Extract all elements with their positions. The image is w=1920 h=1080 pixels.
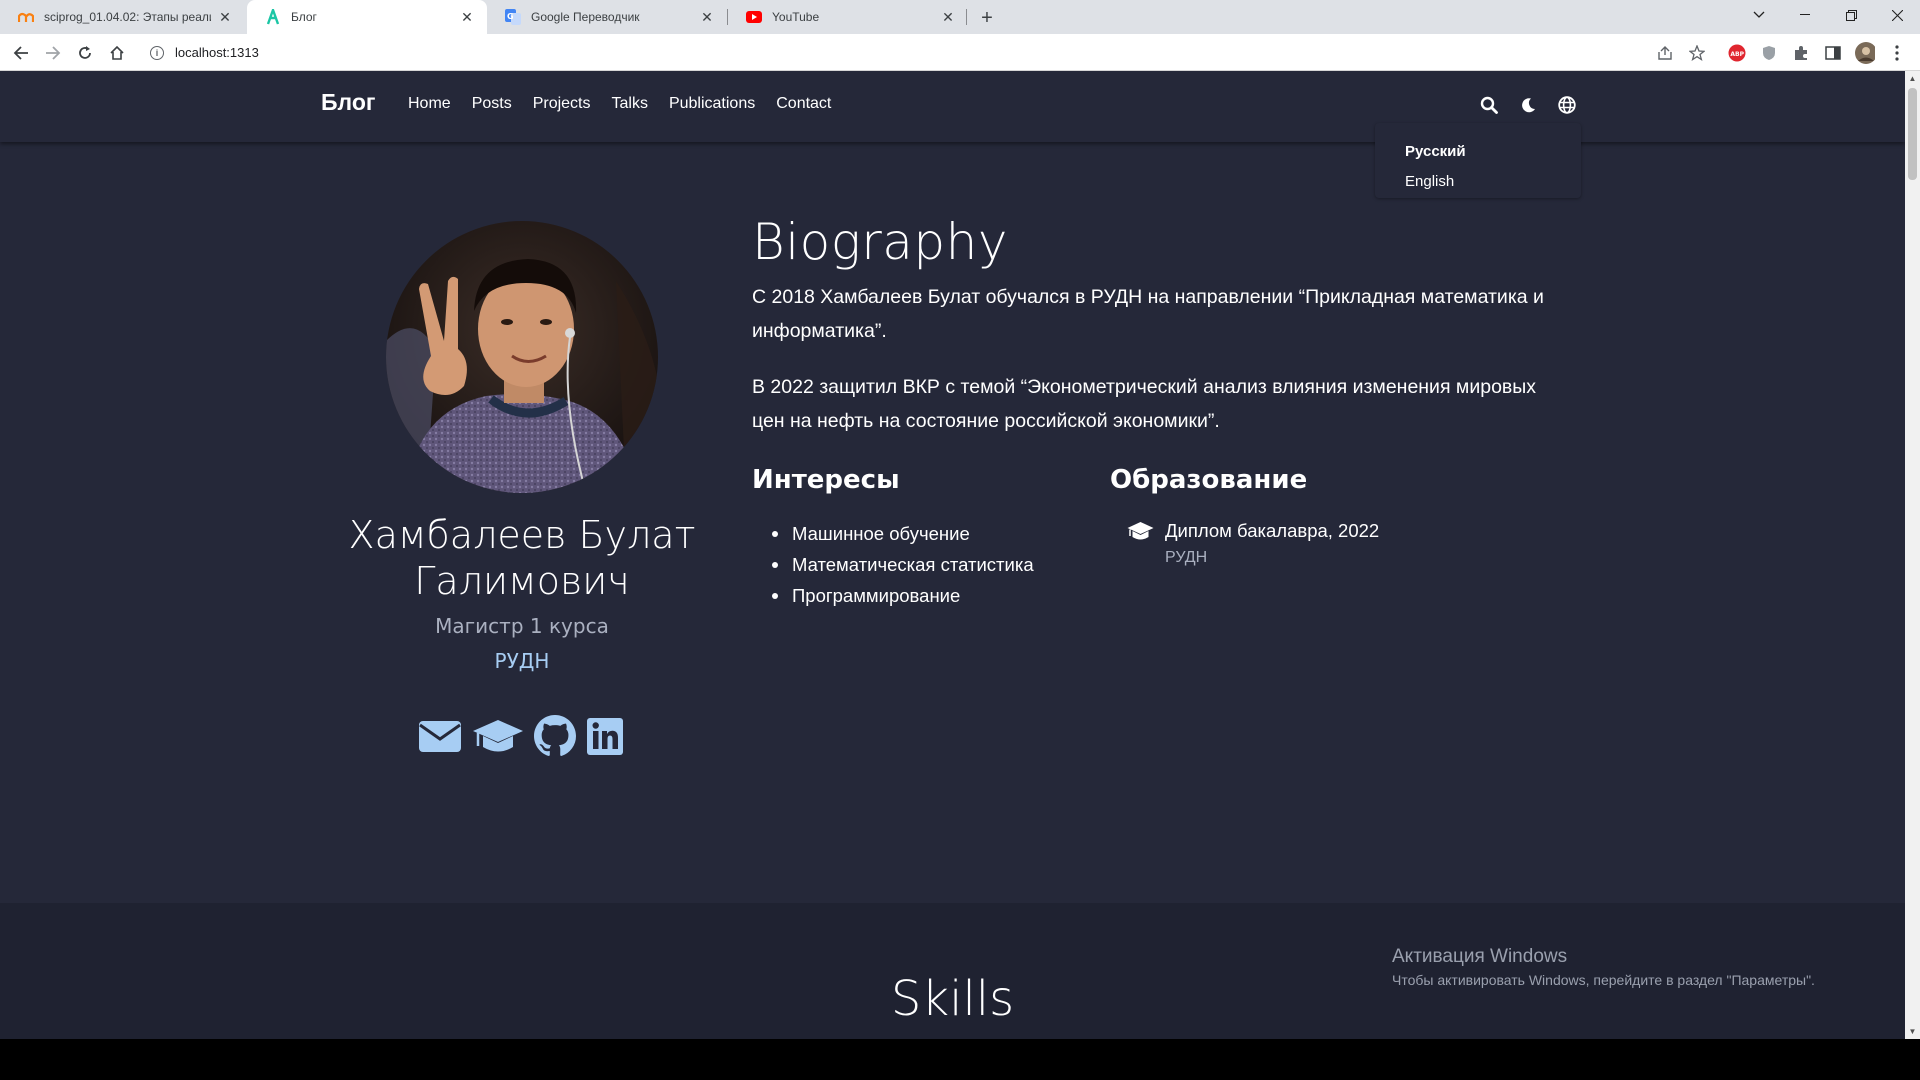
browser-tab[interactable]: sciprog_01.04.02: Этапы реализа ✕ <box>0 0 245 34</box>
tab-title: YouTube <box>772 10 820 24</box>
menu-talks[interactable]: Talks <box>612 95 648 113</box>
browser-tab[interactable]: G Google Переводчик ✕ <box>487 0 727 34</box>
language-option-russian[interactable]: Русский <box>1405 143 1466 160</box>
browser-tab-bar: sciprog_01.04.02: Этапы реализа ✕ Блог ✕… <box>0 0 1920 34</box>
education-degree: Диплом бакалавра, 2022 <box>1165 520 1380 541</box>
menu-posts[interactable]: Posts <box>472 95 512 113</box>
education-institution: РУДН <box>1165 549 1208 566</box>
close-tab-icon[interactable]: ✕ <box>459 9 475 25</box>
tab-title: sciprog_01.04.02: Этапы реализа <box>44 10 211 24</box>
education-heading: Образование <box>1110 465 1308 495</box>
interests-heading: Интересы <box>752 465 900 495</box>
scrollbar-thumb[interactable] <box>1908 88 1917 180</box>
language-dropdown: Русский English <box>1375 123 1581 198</box>
svg-text:ABP: ABP <box>1730 51 1744 58</box>
back-button[interactable] <box>8 40 34 66</box>
address-bar[interactable]: i localhost:1313 <box>142 39 1702 67</box>
close-window-button[interactable] <box>1874 0 1920 30</box>
scroll-up-arrow-icon[interactable]: ▲ <box>1905 71 1920 86</box>
envelope-icon[interactable] <box>418 718 462 754</box>
graduation-cap-icon <box>1127 521 1154 547</box>
linkedin-icon[interactable] <box>586 716 624 756</box>
browser-tab[interactable]: YouTube ✕ <box>728 0 968 34</box>
menu-publications[interactable]: Publications <box>669 95 755 113</box>
menu-contact[interactable]: Contact <box>776 95 831 113</box>
biography-heading: Biography <box>752 213 1008 271</box>
menu-home[interactable]: Home <box>408 95 451 113</box>
forward-button[interactable] <box>40 40 66 66</box>
profile-name-line2: Галимович <box>414 559 630 603</box>
site-menu: Home Posts Projects Talks Publications C… <box>408 95 831 113</box>
youtube-icon <box>746 9 762 25</box>
language-option-english[interactable]: English <box>1405 173 1454 190</box>
browser-toolbar: i localhost:1313 ABP <box>0 34 1920 71</box>
profile-avatar[interactable] <box>1855 42 1875 64</box>
restore-button[interactable] <box>1828 0 1874 30</box>
site-brand-link[interactable]: Блог <box>321 89 375 116</box>
dark-mode-moon-icon[interactable] <box>1516 93 1540 117</box>
browser-menu-icon[interactable] <box>1887 43 1907 63</box>
graduation-cap-icon[interactable] <box>472 716 524 756</box>
profile-name: Хамбалеев Булат Галимович <box>300 512 744 604</box>
biography-paragraph: С 2018 Хамбалеев Булат обучался в РУДН н… <box>752 286 1544 342</box>
hugo-icon <box>265 9 281 25</box>
list-item: Машинное обучение <box>772 518 1034 549</box>
browser-tab-active[interactable]: Блог ✕ <box>247 0 487 34</box>
watermark-subtitle: Чтобы активировать Windows, перейдите в … <box>1392 972 1815 988</box>
bottom-black-strip <box>0 1039 1920 1080</box>
minimize-button[interactable] <box>1782 0 1828 30</box>
search-icon[interactable] <box>1477 93 1501 117</box>
share-icon[interactable] <box>1655 43 1675 63</box>
close-tab-icon[interactable]: ✕ <box>940 9 956 25</box>
side-panel-icon[interactable] <box>1823 43 1843 63</box>
tab-title: Google Переводчик <box>531 10 640 24</box>
home-button[interactable] <box>104 40 130 66</box>
address-url: localhost:1313 <box>175 45 259 60</box>
list-item: Программирование <box>772 580 1034 611</box>
bookmark-star-icon[interactable] <box>1687 43 1707 63</box>
interests-list: Машинное обучение Математическая статист… <box>772 518 1034 611</box>
shield-icon[interactable] <box>1759 43 1779 63</box>
close-tab-icon[interactable]: ✕ <box>699 9 715 25</box>
windows-activation-watermark: Активация Windows Чтобы активировать Win… <box>1392 946 1815 988</box>
profile-name-line1: Хамбалеев Булат <box>348 513 696 557</box>
page-viewport: Блог Home Posts Projects Talks Publicati… <box>0 71 1905 1039</box>
scroll-down-arrow-icon[interactable]: ▼ <box>1905 1024 1920 1039</box>
tab-search-icon[interactable] <box>1736 0 1782 30</box>
google-translate-icon: G <box>505 9 521 25</box>
biography-paragraph: В 2022 защитил ВКР с темой “Эконометриче… <box>752 376 1537 432</box>
page-scrollbar[interactable]: ▲ ▼ <box>1905 71 1920 1039</box>
svg-text:G: G <box>507 12 514 21</box>
profile-avatar-photo <box>386 221 658 493</box>
social-links <box>418 715 624 757</box>
new-tab-button[interactable]: + <box>975 6 999 30</box>
github-icon[interactable] <box>534 715 576 757</box>
adblock-icon[interactable]: ABP <box>1727 43 1747 63</box>
site-info-icon[interactable]: i <box>150 46 164 60</box>
tab-title: Блог <box>291 10 317 24</box>
site-navbar: Блог Home Posts Projects Talks Publicati… <box>0 71 1905 142</box>
profile-organization-link[interactable]: РУДН <box>300 649 744 673</box>
extensions-puzzle-icon[interactable] <box>1791 43 1811 63</box>
profile-role: Магистр 1 курса <box>435 614 609 638</box>
watermark-title: Активация Windows <box>1392 946 1568 967</box>
list-item: Математическая статистика <box>772 549 1034 580</box>
language-globe-icon[interactable] <box>1555 93 1579 117</box>
moodle-icon <box>18 9 34 25</box>
close-tab-icon[interactable]: ✕ <box>217 9 233 25</box>
reload-button[interactable] <box>72 40 98 66</box>
menu-projects[interactable]: Projects <box>533 95 591 113</box>
